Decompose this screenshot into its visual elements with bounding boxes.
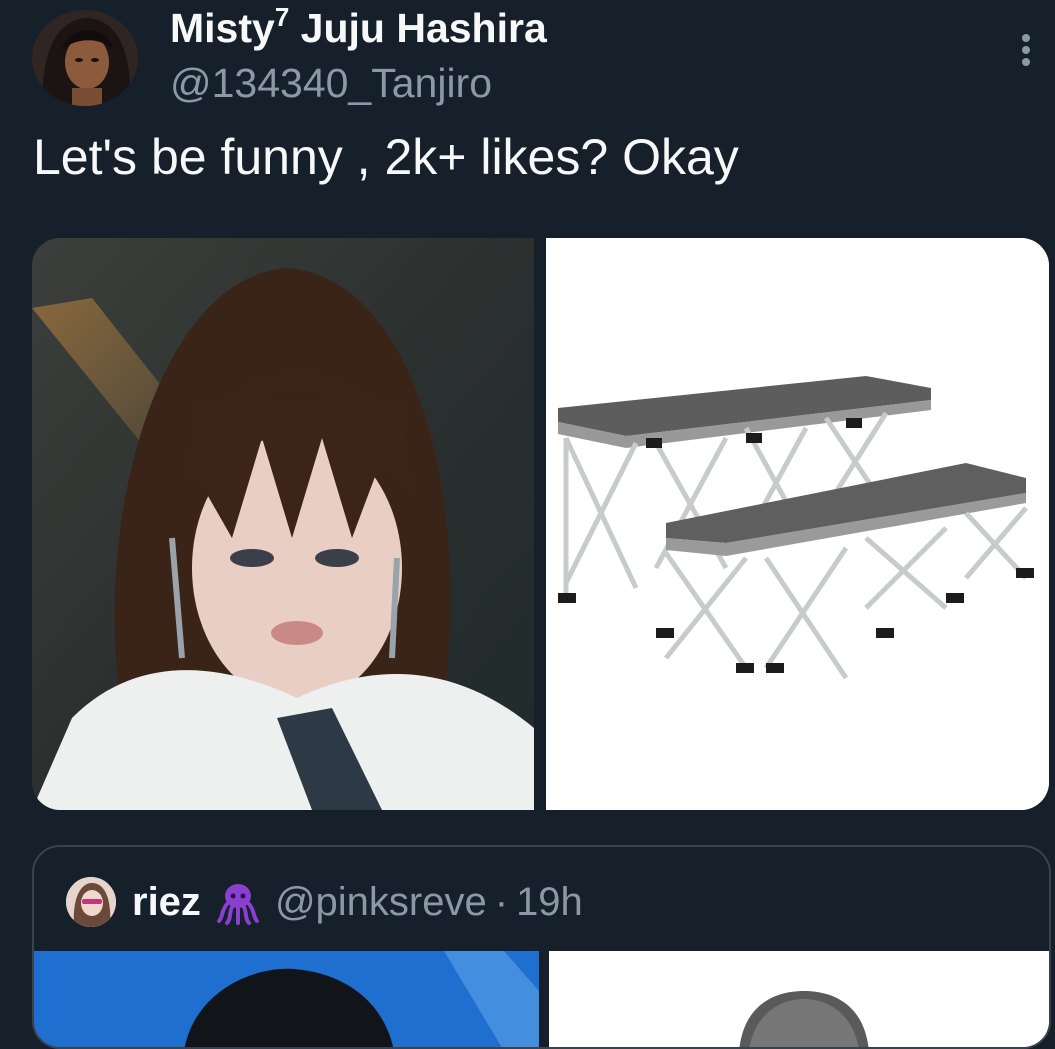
tweet-media-grid — [32, 238, 1049, 810]
portrait-photo — [32, 238, 534, 810]
media-photo-stage-platforms[interactable] — [546, 238, 1049, 810]
author-name-text: Misty — [170, 5, 275, 51]
quoted-avatar-image — [66, 877, 116, 927]
octopus-icon — [216, 884, 259, 925]
more-options-icon — [1022, 34, 1030, 42]
quoted-author-avatar[interactable] — [66, 877, 116, 927]
stage-platforms-photo — [546, 238, 1049, 810]
quoted-media-grid — [34, 951, 1049, 1047]
quoted-media-photo-microphone[interactable] — [549, 951, 1049, 1047]
quoted-media-photo-person[interactable] — [34, 951, 539, 1047]
quoted-tweet-header: riez @pinksreve · 19h — [66, 877, 583, 927]
avatar-image — [32, 10, 138, 106]
quoted-author-handle[interactable]: @pinksreve — [275, 880, 487, 925]
author-name-suffix: Juju Hashira — [289, 5, 547, 51]
media-photo-portrait[interactable] — [32, 238, 534, 810]
author-handle[interactable]: @134340_Tanjiro — [170, 60, 492, 107]
author-name[interactable]: Misty7 Juju Hashira — [170, 2, 547, 52]
person-photo — [34, 951, 539, 1047]
quoted-tweet-card[interactable]: riez @pinksreve · 19h — [32, 845, 1051, 1049]
tweet-text: Let's be funny , 2k+ likes? Okay — [33, 129, 739, 185]
author-name-superscript: 7 — [274, 2, 290, 32]
quoted-timestamp[interactable]: 19h — [516, 880, 583, 925]
author-avatar[interactable] — [32, 10, 138, 106]
quoted-author-name[interactable]: riez — [132, 880, 201, 925]
microphone-photo — [549, 951, 1049, 1047]
quoted-separator: · — [494, 879, 509, 924]
more-options-button[interactable] — [1006, 25, 1046, 75]
